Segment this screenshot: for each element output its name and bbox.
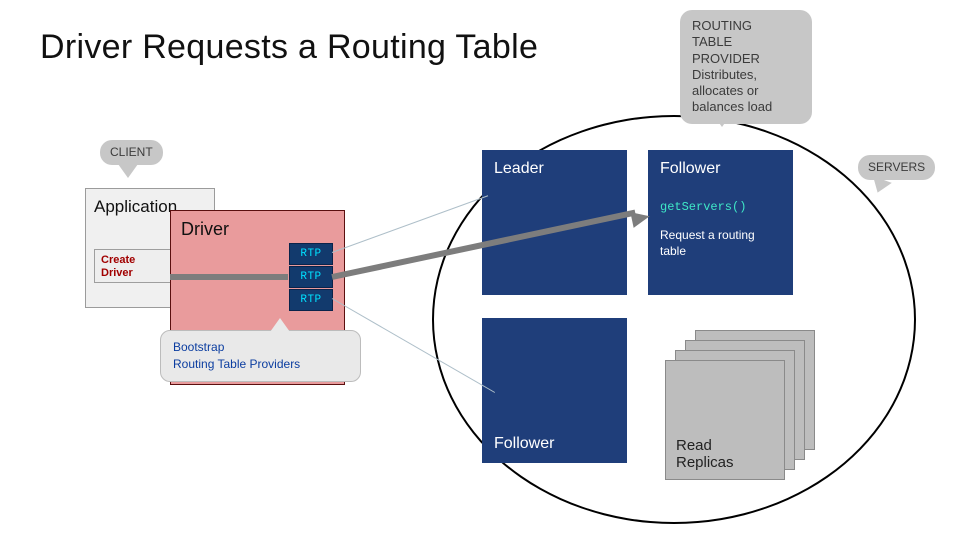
- read-replica-label-1: Read: [676, 437, 734, 454]
- servers-callout-text: SERVERS: [868, 160, 925, 174]
- rtp-provider-callout: ROUTING TABLE PROVIDER Distributes, allo…: [680, 10, 812, 124]
- follower-top-label: Follower: [660, 160, 781, 178]
- client-callout-text: CLIENT: [110, 145, 153, 159]
- connector-create-to-rtp: [170, 274, 288, 280]
- follower-bottom-node: Follower: [482, 318, 627, 463]
- slide-title: Driver Requests a Routing Table: [40, 28, 538, 67]
- rtp-provider-line4: Distributes, allocates or balances load: [692, 67, 800, 116]
- client-callout-tail: [118, 164, 138, 178]
- leader-label: Leader: [494, 160, 615, 178]
- rtp-provider-line3: PROVIDER: [692, 51, 800, 67]
- follower-top-sub: Request a routing table: [660, 228, 781, 259]
- diagram-stage: Driver Requests a Routing Table CLIENT A…: [0, 0, 960, 540]
- client-callout: CLIENT: [100, 140, 163, 165]
- follower-bottom-label: Follower: [494, 435, 554, 453]
- rtp-provider-line1: ROUTING: [692, 18, 800, 34]
- bootstrap-callout-tail: [270, 318, 290, 332]
- bootstrap-line1: Bootstrap: [173, 339, 348, 356]
- servers-callout: SERVERS: [858, 155, 935, 180]
- rtp-chip-2: RTP: [289, 289, 333, 311]
- create-driver-label: Create Driver: [101, 254, 135, 279]
- read-replica-1: Read Replicas: [665, 360, 785, 480]
- bootstrap-callout: Bootstrap Routing Table Providers: [160, 330, 361, 382]
- driver-title: Driver: [181, 219, 229, 240]
- bootstrap-line2: Routing Table Providers: [173, 356, 348, 373]
- read-replica-label: Read Replicas: [676, 437, 734, 471]
- rtp-provider-callout-tail: [712, 113, 732, 127]
- create-driver-button[interactable]: Create Driver: [94, 249, 174, 283]
- rtp-provider-line2: TABLE: [692, 34, 800, 50]
- leader-node: Leader: [482, 150, 627, 295]
- read-replica-label-2: Replicas: [676, 454, 734, 471]
- follower-top-code: getServers(): [660, 200, 781, 214]
- follower-top-node: Follower getServers() Request a routing …: [648, 150, 793, 295]
- rtp-chip-0: RTP: [289, 243, 333, 265]
- rtp-chip-1: RTP: [289, 266, 333, 288]
